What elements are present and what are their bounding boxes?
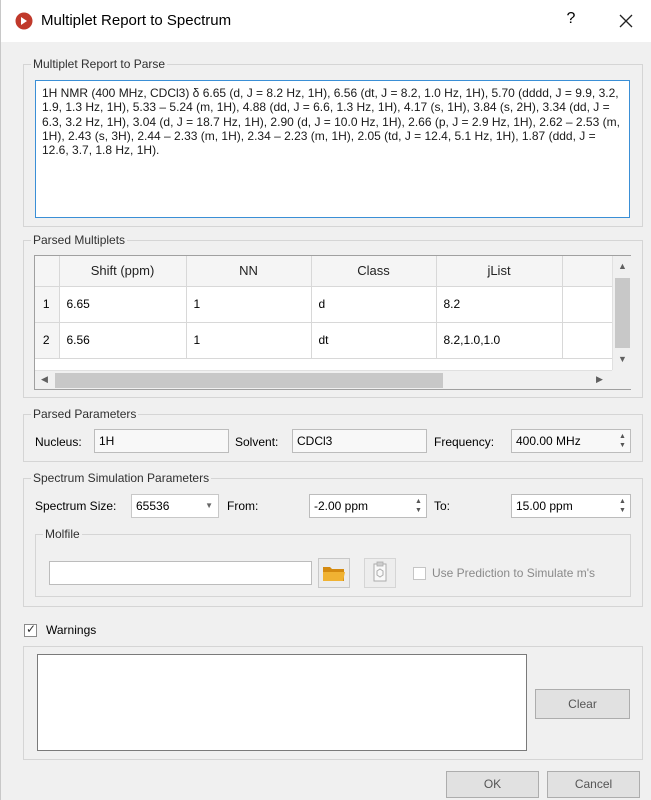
vertical-scrollbar[interactable]: ▲ ▼	[612, 256, 631, 370]
spectrum-size-value: 65536	[136, 499, 170, 513]
nucleus-label: Nucleus:	[35, 435, 82, 449]
use-prediction-checkbox[interactable]	[413, 567, 426, 580]
spectrum-size-combo[interactable]: 65536 ▼	[131, 494, 219, 518]
spin-arrows-icon[interactable]: ▲ ▼	[414, 497, 423, 515]
open-folder-button[interactable]	[318, 558, 350, 588]
ok-button[interactable]: OK	[446, 771, 539, 798]
row-number: 2	[35, 322, 60, 359]
table-header-row: Shift (ppm) NN Class jList	[35, 256, 613, 287]
chevron-down-icon: ▼	[205, 501, 213, 510]
spin-arrows-icon[interactable]: ▲ ▼	[618, 432, 627, 450]
frequency-spinbox[interactable]: 400.00 MHz ▲ ▼	[511, 429, 631, 453]
column-header-jlist[interactable]: jList	[436, 256, 563, 287]
spectrum-size-label: Spectrum Size:	[35, 499, 117, 513]
table-row[interactable]: 2 6.56 1 dt 8.2,1.0,1.0	[35, 322, 613, 359]
to-value: 15.00 ppm	[516, 499, 573, 513]
cell-shift[interactable]: 6.65	[59, 286, 187, 323]
cell-jlist[interactable]: 8.2,1.0,1.0	[436, 322, 563, 359]
multiplets-legend: Parsed Multiplets	[31, 233, 128, 248]
cell-class[interactable]: dt	[311, 322, 437, 359]
row-header-corner	[35, 256, 60, 287]
nucleus-field[interactable]: 1H	[94, 429, 229, 453]
to-spinbox[interactable]: 15.00 ppm ▲ ▼	[511, 494, 631, 518]
scroll-down-icon[interactable]: ▼	[614, 351, 631, 368]
warnings-textarea[interactable]	[37, 654, 527, 751]
column-header-extra	[562, 256, 613, 287]
warnings-label: Warnings	[46, 623, 97, 637]
molfile-path-input[interactable]	[49, 561, 312, 585]
from-label: From:	[227, 499, 259, 513]
cell-class[interactable]: d	[311, 286, 437, 323]
scroll-corner	[612, 370, 631, 389]
table-row[interactable]: 1 6.65 1 d 8.2	[35, 286, 613, 323]
clear-button[interactable]: Clear	[535, 689, 630, 719]
to-label: To:	[434, 499, 451, 513]
scroll-right-icon[interactable]: ▶	[591, 371, 608, 388]
scroll-left-icon[interactable]: ◀	[36, 371, 53, 388]
molecule-editor-icon	[373, 561, 387, 582]
help-button[interactable]: ?	[561, 10, 581, 28]
solvent-field[interactable]: CDCl3	[292, 429, 427, 453]
molecule-editor-button[interactable]	[364, 558, 396, 588]
molfile-legend: Molfile	[43, 527, 82, 542]
params-legend: Parsed Parameters	[31, 407, 139, 422]
cell-shift[interactable]: 6.56	[59, 322, 187, 359]
cell-jlist[interactable]: 8.2	[436, 286, 563, 323]
simulation-legend: Spectrum Simulation Parameters	[31, 471, 212, 486]
cell-extra	[562, 286, 613, 323]
checkmark-icon: ✓	[26, 622, 37, 636]
warnings-checkbox[interactable]: ✓	[24, 622, 37, 637]
window-title: Multiplet Report to Spectrum	[41, 12, 232, 29]
multiplets-table[interactable]: Shift (ppm) NN Class jList 1 6.65 1 d 8.…	[34, 255, 631, 390]
app-logo-icon	[15, 12, 33, 30]
cancel-button[interactable]: Cancel	[547, 771, 640, 798]
row-number: 1	[35, 286, 60, 323]
from-spinbox[interactable]: -2.00 ppm ▲ ▼	[309, 494, 427, 518]
use-prediction-label: Use Prediction to Simulate m's	[432, 566, 596, 580]
spin-arrows-icon[interactable]: ▲ ▼	[618, 497, 627, 515]
frequency-label: Frequency:	[434, 435, 495, 449]
horizontal-scroll-thumb[interactable]	[55, 373, 443, 388]
close-icon[interactable]	[613, 8, 639, 34]
report-legend: Multiplet Report to Parse	[31, 57, 168, 72]
frequency-value: 400.00 MHz	[516, 434, 581, 448]
cell-nn[interactable]: 1	[186, 322, 312, 359]
report-textarea[interactable]: 1H NMR (400 MHz, CDCl3) δ 6.65 (d, J = 8…	[35, 80, 630, 218]
column-header-shift[interactable]: Shift (ppm)	[59, 256, 187, 287]
from-value: -2.00 ppm	[314, 499, 369, 513]
cell-extra	[562, 322, 613, 359]
vertical-scroll-thumb[interactable]	[615, 278, 630, 348]
column-header-nn[interactable]: NN	[186, 256, 312, 287]
scroll-up-icon[interactable]: ▲	[614, 258, 631, 275]
cell-nn[interactable]: 1	[186, 286, 312, 323]
column-header-class[interactable]: Class	[311, 256, 437, 287]
solvent-label: Solvent:	[235, 435, 279, 449]
dialog-window: Multiplet Report to Spectrum ? Multiplet…	[0, 0, 651, 800]
folder-icon	[323, 567, 345, 581]
title-bar: Multiplet Report to Spectrum ?	[1, 0, 651, 42]
horizontal-scrollbar[interactable]: ◀ ▶	[35, 370, 612, 389]
